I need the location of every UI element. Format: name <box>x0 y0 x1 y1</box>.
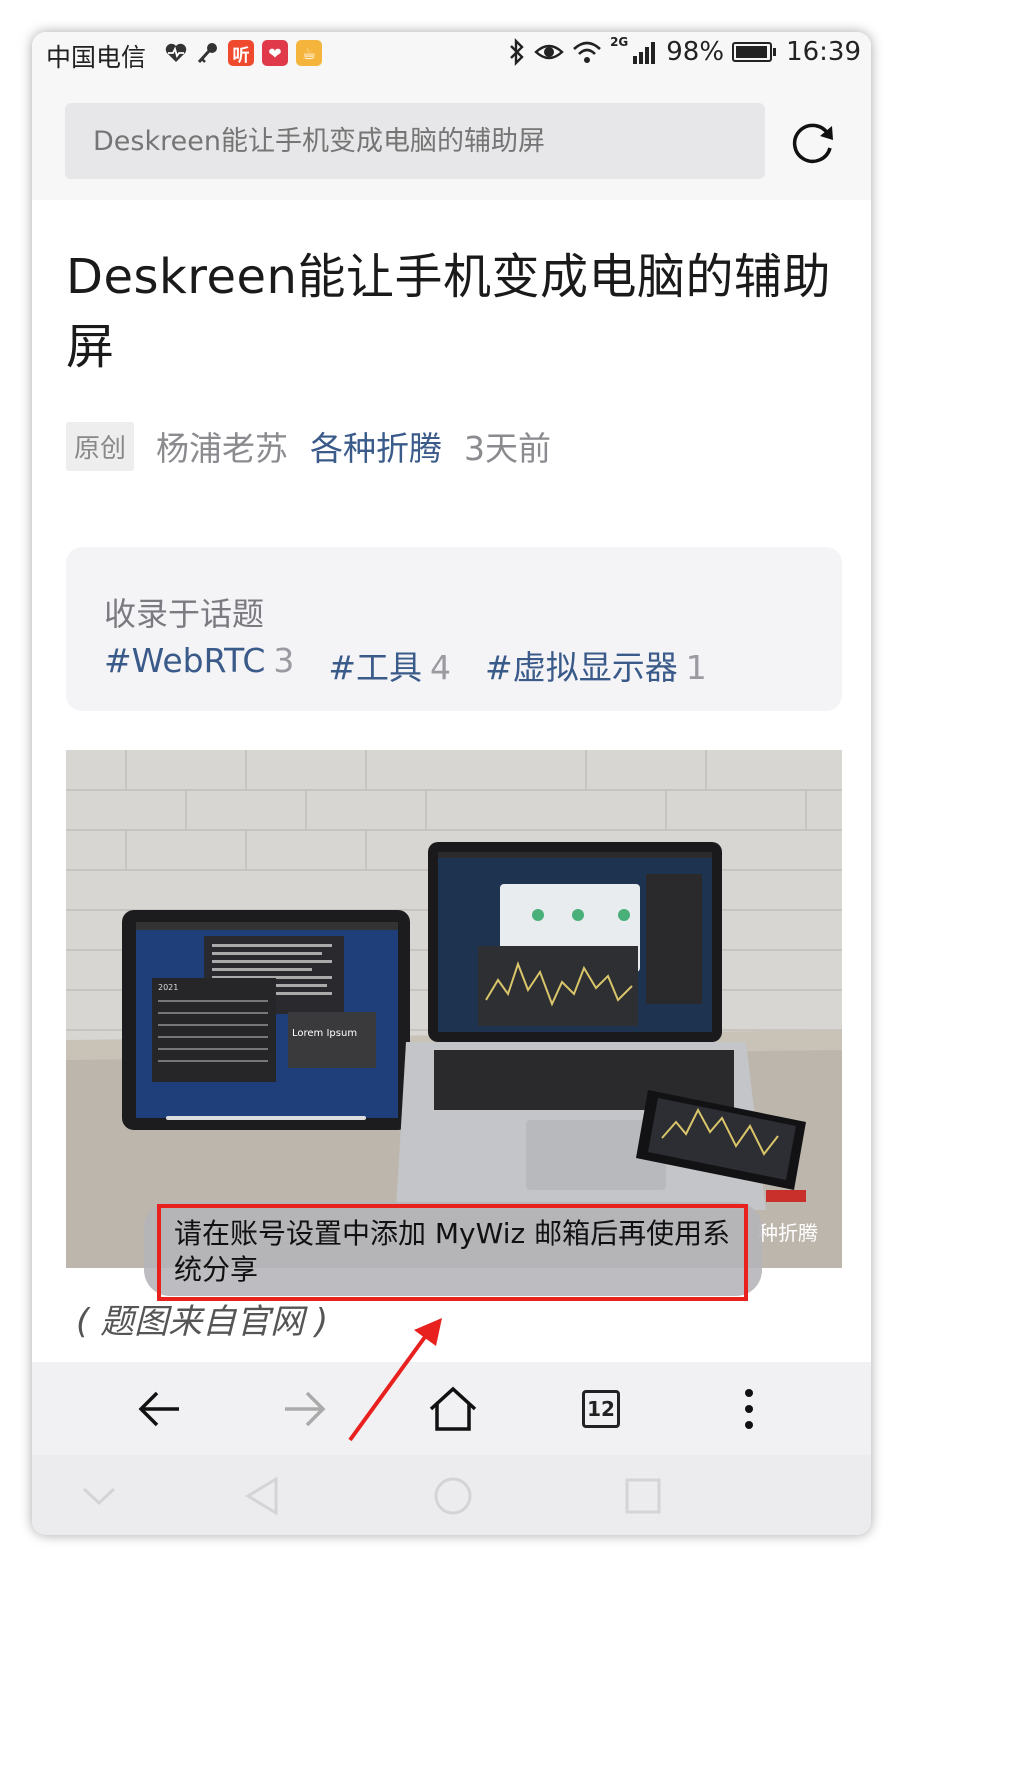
topic-box: 收录于话题 #WebRTC 3 #工具 4 #虚拟显示器 1 <box>66 547 842 711</box>
topic-count: 3 <box>273 641 295 680</box>
browser-header <box>32 74 871 200</box>
back-button[interactable] <box>132 1382 186 1436</box>
eye-icon <box>534 44 564 60</box>
topic-tag-tools[interactable]: #工具 4 <box>328 641 451 689</box>
home-icon <box>429 1386 477 1431</box>
notification-icons: 听 ❤ ☕ <box>164 40 322 66</box>
tabs-button[interactable]: 12 <box>574 1382 628 1436</box>
status-bar: 中国电信 听 ❤ ☕ 2G 98% 16:39 <box>32 32 871 74</box>
phone-screen: 中国电信 听 ❤ ☕ 2G 98% 16:39 Deskreen能让手机变成电脑… <box>32 32 871 1535</box>
topic-name: #WebRTC <box>104 641 266 680</box>
tablet-device: 2021 Lorem Ipsum <box>122 910 410 1130</box>
author-name: 杨浦老苏 <box>156 429 289 468</box>
menu-button[interactable] <box>722 1382 776 1436</box>
topic-count: 1 <box>685 648 707 687</box>
key-icon <box>197 43 217 64</box>
original-badge: 原创 <box>66 421 135 471</box>
hero-image: 2021 Lorem Ipsum 种折腾 <box>66 750 842 1268</box>
more-vertical-icon <box>745 1389 753 1429</box>
forward-button[interactable] <box>278 1382 332 1436</box>
heart-rate-icon <box>165 43 187 62</box>
coffee-app-icon: ☕ <box>296 40 322 66</box>
nav-back-icon[interactable] <box>242 1475 284 1517</box>
signal-icon <box>633 42 656 64</box>
forward-arrow-icon <box>285 1391 326 1427</box>
topic-label: 收录于话题 <box>104 595 265 633</box>
carrier-name: 中国电信 <box>46 43 147 72</box>
bluetooth-icon <box>510 38 524 66</box>
clock: 16:39 <box>786 37 861 67</box>
ting-app-icon: 听 <box>228 40 254 66</box>
calendar-year: 2021 <box>158 983 178 992</box>
article-meta: 原创 杨浦老苏 各种折腾 3天前 <box>66 421 552 471</box>
collapse-chevron-icon[interactable] <box>78 1475 120 1517</box>
tablet-screen-label: Lorem Ipsum <box>292 1028 357 1039</box>
system-nav-bar <box>32 1455 871 1535</box>
publish-time: 3天前 <box>464 429 552 468</box>
column-link[interactable]: 各种折腾 <box>310 422 442 470</box>
topic-name: #虚拟显示器 <box>485 648 678 687</box>
article-title: Deskreen能让手机变成电脑的辅助屏 <box>66 249 831 375</box>
tab-count: 12 <box>582 1390 620 1428</box>
topic-tag-webrtc[interactable]: #WebRTC 3 <box>104 641 294 689</box>
nav-recents-icon[interactable] <box>622 1475 664 1517</box>
back-arrow-icon <box>138 1391 179 1427</box>
status-indicators: 2G 98% 16:39 <box>508 35 861 67</box>
battery-percent: 98% <box>666 37 725 67</box>
topic-tag-virtual-display[interactable]: #虚拟显示器 1 <box>485 641 707 689</box>
watermark-text: 种折腾 <box>758 1221 818 1245</box>
topic-count: 4 <box>430 648 452 687</box>
network-type: 2G <box>610 35 629 49</box>
search-input[interactable] <box>65 103 765 179</box>
image-caption: ( 题图来自官网 ) <box>76 1302 329 1342</box>
wifi-icon <box>573 41 601 63</box>
highlight-box <box>157 1204 748 1301</box>
home-button[interactable] <box>426 1382 480 1436</box>
topic-tags: #WebRTC 3 #工具 4 #虚拟显示器 1 <box>104 641 707 689</box>
browser-toolbar: 12 <box>32 1362 871 1455</box>
nav-home-icon[interactable] <box>432 1475 474 1517</box>
battery-fill <box>736 46 768 58</box>
heart-grid-app-icon: ❤ <box>262 40 288 66</box>
battery-icon <box>732 42 777 62</box>
topic-name: #工具 <box>328 648 423 687</box>
reload-icon[interactable] <box>788 118 838 168</box>
